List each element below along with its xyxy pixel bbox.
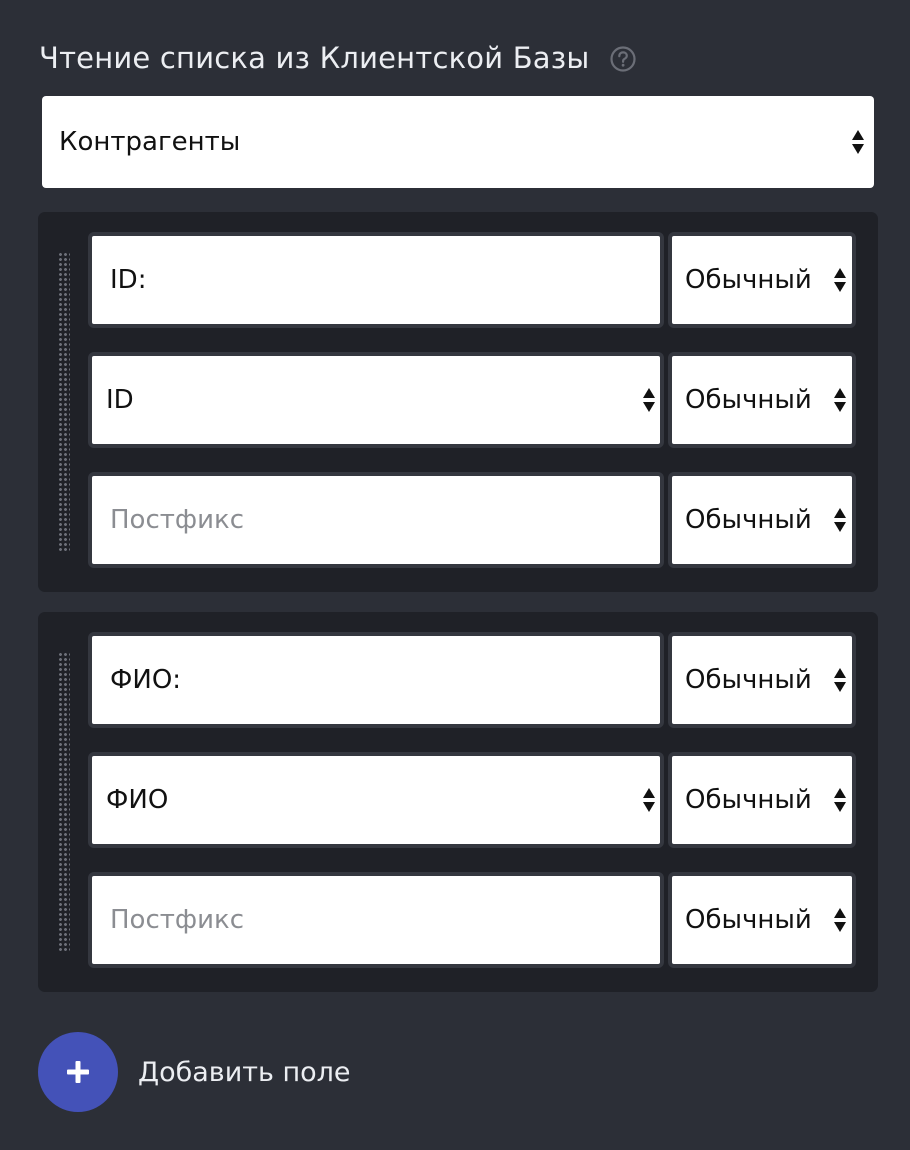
field-select[interactable]: ID: [88, 352, 664, 448]
sort-arrows-icon: [834, 788, 846, 812]
plus-icon: [67, 1061, 89, 1083]
style-select-value: Обычный: [685, 265, 812, 295]
postfix-placeholder: Постфикс: [110, 505, 245, 535]
sort-arrows-icon: [834, 268, 846, 292]
add-field-row: Добавить поле: [38, 1032, 351, 1112]
style-select-value: Обычный: [685, 905, 812, 935]
field-select[interactable]: ФИО: [88, 752, 664, 848]
field-select-value: ID: [106, 385, 134, 415]
sort-arrows-icon: [643, 388, 655, 412]
page-title: Чтение списка из Клиентской Базы: [39, 41, 590, 75]
style-select[interactable]: Обычный: [668, 752, 856, 848]
add-field-label[interactable]: Добавить поле: [138, 1057, 351, 1088]
sort-arrows-icon: [834, 388, 846, 412]
drag-handle-icon[interactable]: [58, 652, 70, 952]
style-select[interactable]: Обычный: [668, 232, 856, 328]
sort-arrows-icon: [643, 788, 655, 812]
postfix-input[interactable]: Постфикс: [88, 472, 664, 568]
style-select[interactable]: Обычный: [668, 872, 856, 968]
drag-handle-icon[interactable]: [58, 252, 70, 552]
style-select-value: Обычный: [685, 385, 812, 415]
add-field-button[interactable]: [38, 1032, 118, 1112]
label-input[interactable]: ФИО:: [88, 632, 664, 728]
postfix-placeholder: Постфикс: [110, 905, 245, 935]
style-select-value: Обычный: [685, 665, 812, 695]
label-input[interactable]: ID:: [88, 232, 664, 328]
source-select-value: Контрагенты: [59, 127, 241, 157]
sort-arrows-icon: [834, 668, 846, 692]
style-select-value: Обычный: [685, 785, 812, 815]
sort-arrows-icon: [852, 130, 864, 154]
help-icon[interactable]: [609, 46, 636, 72]
style-select[interactable]: Обычный: [668, 352, 856, 448]
field-select-value: ФИО: [106, 785, 169, 815]
postfix-input[interactable]: Постфикс: [88, 872, 664, 968]
label-input-value: ID:: [110, 265, 147, 295]
header: Чтение списка из Клиентской Базы: [39, 36, 636, 80]
sort-arrows-icon: [834, 908, 846, 932]
style-select[interactable]: Обычный: [668, 632, 856, 728]
style-select[interactable]: Обычный: [668, 472, 856, 568]
field-group: ID: Обычный ID Обычный Постфикс Обычный: [38, 212, 878, 592]
label-input-value: ФИО:: [110, 665, 182, 695]
style-select-value: Обычный: [685, 505, 812, 535]
sort-arrows-icon: [834, 508, 846, 532]
field-group: ФИО: Обычный ФИО Обычный Постфикс Обычны…: [38, 612, 878, 992]
source-select[interactable]: Контрагенты: [42, 96, 874, 188]
